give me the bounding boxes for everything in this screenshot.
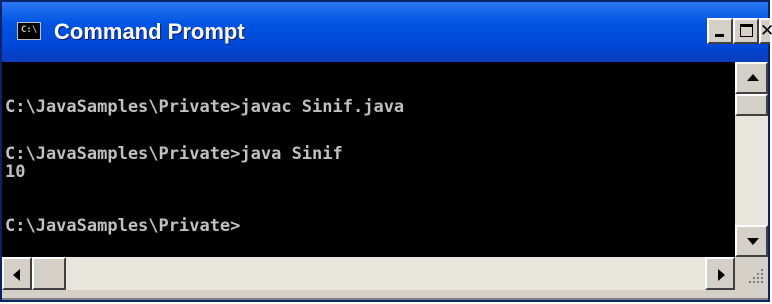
minimize-icon bbox=[715, 34, 724, 37]
horizontal-scrollbar[interactable] bbox=[2, 257, 735, 290]
window-bottom-border bbox=[2, 290, 768, 300]
scroll-right-button[interactable] bbox=[705, 257, 735, 290]
minimize-button[interactable] bbox=[707, 18, 733, 44]
console-line: C:\JavaSamples\Private> bbox=[5, 216, 241, 236]
console-line: C:\JavaSamples\Private>java Sinif bbox=[5, 144, 343, 164]
vertical-scroll-thumb[interactable] bbox=[735, 94, 768, 116]
console-icon-label: C:\ bbox=[21, 25, 38, 35]
arrow-up-icon bbox=[747, 74, 759, 81]
scroll-left-button[interactable] bbox=[2, 257, 32, 290]
console-line: C:\JavaSamples\Private>javac Sinif.java bbox=[5, 97, 405, 117]
console-output[interactable]: C:\JavaSamples\Private>javac Sinif.java … bbox=[2, 62, 735, 257]
vertical-scrollbar[interactable] bbox=[735, 62, 768, 257]
arrow-right-icon bbox=[718, 269, 725, 281]
arrow-down-icon bbox=[747, 238, 759, 245]
resize-grip-icon[interactable] bbox=[735, 257, 768, 290]
scroll-up-button[interactable] bbox=[735, 62, 768, 94]
horizontal-scroll-thumb[interactable] bbox=[32, 257, 66, 290]
close-button[interactable]: ✕ bbox=[759, 18, 772, 44]
arrow-left-icon bbox=[13, 269, 20, 281]
maximize-icon bbox=[740, 24, 753, 37]
console-line: 10 bbox=[5, 162, 26, 182]
console-icon[interactable]: C:\ bbox=[17, 22, 41, 40]
command-prompt-window: C:\ Command Prompt ✕ C:\JavaSamples\Priv… bbox=[0, 0, 772, 302]
maximize-button[interactable] bbox=[733, 18, 759, 44]
scroll-down-button[interactable] bbox=[735, 225, 768, 257]
title-bar[interactable]: C:\ Command Prompt ✕ bbox=[2, 2, 772, 62]
window-title: Command Prompt bbox=[54, 19, 245, 44]
close-icon: ✕ bbox=[760, 21, 772, 41]
